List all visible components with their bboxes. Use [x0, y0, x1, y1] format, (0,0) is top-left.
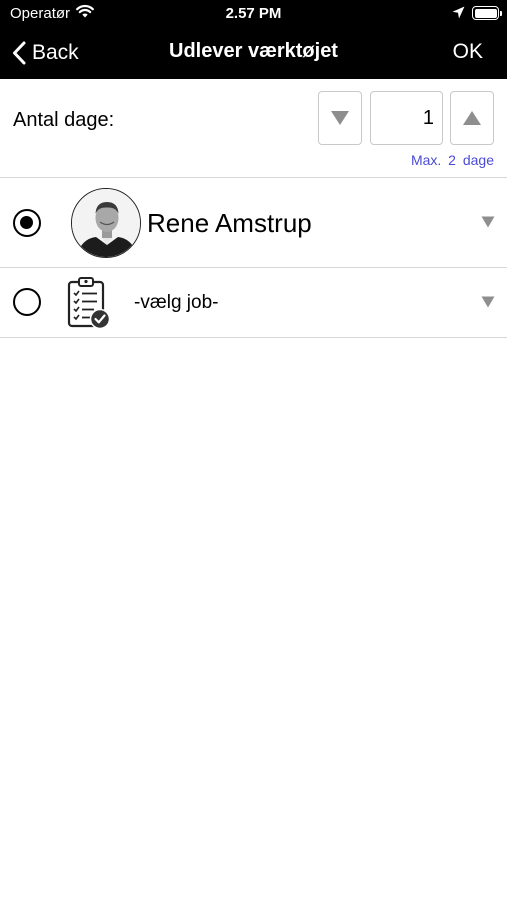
navigation-bar: Back Udlever værktøjet OK [0, 28, 507, 79]
page-title: Udlever værktøjet [169, 40, 338, 62]
battery-icon [472, 6, 502, 20]
job-option-row[interactable]: -vælg job- [0, 268, 507, 338]
days-row: Antal dage: 1 Max. 2 dage [0, 79, 507, 178]
job-select-placeholder: -vælg job- [134, 292, 219, 313]
max-days-note: Max. 2 dage [410, 152, 494, 168]
days-value[interactable]: 1 [370, 91, 443, 145]
days-label: Antal dage: [13, 109, 115, 131]
triangle-down-icon [331, 111, 349, 125]
job-radio-button[interactable] [13, 288, 41, 316]
battery-fill [474, 8, 497, 18]
triangle-up-icon [463, 111, 481, 125]
decrement-button[interactable] [318, 91, 362, 145]
person-option-row[interactable]: Rene Amstrup [0, 178, 507, 268]
radio-selected-dot [20, 216, 33, 229]
battery-nub [500, 10, 502, 16]
avatar [71, 188, 141, 258]
person-name: Rene Amstrup [147, 208, 312, 238]
person-avatar-icon [72, 189, 140, 257]
ok-button[interactable]: OK [453, 40, 483, 64]
top-bar: Operatør 2.57 PM Back Udlever værktøjet … [0, 0, 507, 79]
status-bar: Operatør 2.57 PM [0, 0, 507, 28]
clipboard-check-icon [66, 276, 112, 335]
increment-button[interactable] [450, 91, 494, 145]
location-arrow-icon [452, 6, 465, 23]
clock: 2.57 PM [225, 5, 282, 22]
dropdown-caret-icon[interactable] [481, 216, 495, 228]
person-radio-button[interactable] [13, 209, 41, 237]
dropdown-caret-icon[interactable] [481, 296, 495, 308]
